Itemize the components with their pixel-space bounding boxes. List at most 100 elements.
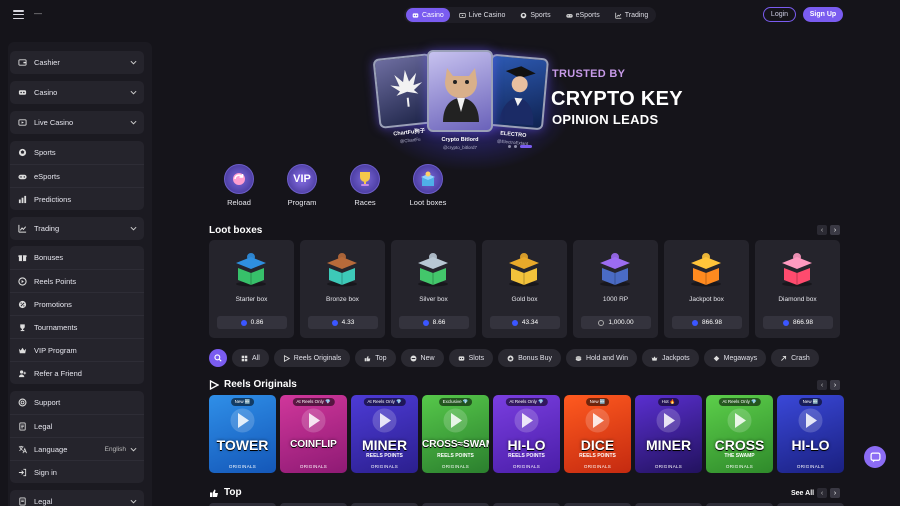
sidebar-item-promotions[interactable]: Promotions <box>10 292 144 315</box>
sports-icon <box>18 148 27 157</box>
game-art-icon <box>798 408 823 433</box>
sidebar-item-refer-a-friend[interactable]: Refer a Friend <box>10 361 144 384</box>
originals-label: ORIGINALS <box>654 464 683 469</box>
sidebar-item-predictions[interactable]: Predictions <box>10 187 144 210</box>
coin-icon <box>511 319 518 326</box>
original-game-tile[interactable]: New 🆕 HI-LO ORIGINALS <box>777 395 844 473</box>
sidebar-item-vip-program[interactable]: VIP Program <box>10 338 144 361</box>
filter-top[interactable]: Top <box>355 349 396 367</box>
pagination-dot[interactable] <box>508 145 511 148</box>
sidebar-item-live-casino[interactable]: Live Casino <box>10 111 144 134</box>
loot-box-card[interactable]: 1000 RP 1,000.00 <box>573 240 658 338</box>
loot-box-price-button[interactable]: 4.33 <box>308 316 378 329</box>
filter-crash[interactable]: Crash <box>771 349 819 367</box>
filter-jackpots[interactable]: Jackpots <box>642 349 699 367</box>
banner-pagination[interactable] <box>508 145 532 148</box>
chevron-down-icon <box>130 120 137 125</box>
sidebar-item-tournaments[interactable]: Tournaments <box>10 315 144 338</box>
loot-box-card[interactable]: Jackpot box 866.98 <box>664 240 749 338</box>
coin-icon <box>331 319 338 326</box>
original-game-tile[interactable]: Exclusive 💎CROSS≈SWAMPREELS POINTSORIGIN… <box>422 395 489 473</box>
tab-trading[interactable]: Trading <box>609 8 654 22</box>
filter-new[interactable]: New <box>400 349 444 367</box>
loot-box-icon <box>782 253 812 287</box>
sidebar-item-language[interactable]: Language English <box>10 437 144 460</box>
search-icon <box>214 354 222 362</box>
promo-vip-program[interactable]: VIP Program <box>282 164 322 207</box>
sidebar-group-casino: Casino <box>10 81 144 104</box>
next-arrow-icon[interactable]: › <box>830 225 840 235</box>
original-game-tile[interactable]: Hot 🔥 MINER ORIGINALS <box>635 395 702 473</box>
trophy-icon <box>18 323 27 332</box>
sidebar-item-legal-2[interactable]: Legal <box>10 490 144 506</box>
loot-box-card[interactable]: Diamond box 866.98 <box>755 240 840 338</box>
prev-arrow-icon[interactable]: ‹ <box>817 488 827 498</box>
originals-label: ORIGINALS <box>796 464 825 469</box>
coin-icon <box>783 319 790 326</box>
loot-box-card[interactable]: Starter box 0.86 <box>209 240 294 338</box>
filter-reels-originals[interactable]: Reels Originals <box>273 349 351 367</box>
loot-box-price-button[interactable]: 866.98 <box>763 316 833 329</box>
loot-box-price-button[interactable]: 0.86 <box>217 316 287 329</box>
tab-esports[interactable]: eSports <box>560 8 606 22</box>
filter-bonus-buy[interactable]: Bonus Buy <box>498 349 561 367</box>
filter-hold-and-win[interactable]: Hold and Win <box>565 349 638 367</box>
loot-box-price-button[interactable]: 866.98 <box>672 316 742 329</box>
signup-button[interactable]: Sign Up <box>803 7 843 22</box>
pagination-dot[interactable] <box>514 145 517 148</box>
sidebar-item-support[interactable]: Support <box>10 391 144 414</box>
sidebar-item-reels-points[interactable]: Reels Points <box>10 269 144 292</box>
see-all-link[interactable]: See All <box>791 490 814 497</box>
pagination-dot-active[interactable] <box>520 145 532 148</box>
loot-boxes-title: Loot boxes <box>209 225 263 236</box>
filter-slots[interactable]: Slots <box>448 349 494 367</box>
login-button[interactable]: Login <box>763 7 796 22</box>
originals-label: ORIGINALS <box>512 464 541 469</box>
original-game-tile[interactable]: At Reels Only 💎 HI-LO REELS POINTS ORIGINAL… <box>493 395 560 473</box>
loot-box-price-button[interactable]: 43.34 <box>490 316 560 329</box>
tab-casino[interactable]: Casino <box>406 8 450 22</box>
sidebar-item-sign-in[interactable]: Sign in <box>10 460 144 483</box>
chat-button[interactable] <box>864 446 886 468</box>
loot-box-card[interactable]: Gold box 43.34 <box>482 240 567 338</box>
promo-reload[interactable]: Reload <box>219 164 259 207</box>
sidebar-item-trading[interactable]: Trading <box>10 217 144 240</box>
loot-box-card[interactable]: Silver box 8.66 <box>391 240 476 338</box>
promo-loot-boxes[interactable]: Loot boxes <box>408 164 448 207</box>
search-button[interactable] <box>209 349 227 367</box>
original-game-tile[interactable]: New 🆕 DICE REELS POINTS ORIGINALS <box>564 395 631 473</box>
game-art-icon <box>585 408 610 433</box>
game-art-icon <box>656 408 681 433</box>
prev-arrow-icon[interactable]: ‹ <box>817 380 827 390</box>
sidebar-item-cashier[interactable]: Cashier <box>10 51 144 74</box>
loot-box-icon <box>413 164 443 194</box>
filter-all[interactable]: All <box>232 349 269 367</box>
originals-label: ORIGINALS <box>299 464 328 469</box>
sidebar-group-support: Support Legal Language English Sign in <box>10 391 144 483</box>
reels-icon <box>283 354 290 362</box>
loot-box-price-button[interactable]: 8.66 <box>399 316 469 329</box>
next-arrow-icon[interactable]: › <box>830 380 840 390</box>
loot-box-card[interactable]: Bronze box 4.33 <box>300 240 385 338</box>
sidebar-item-bonuses[interactable]: Bonuses <box>10 246 144 269</box>
sidebar-item-legal[interactable]: Legal <box>10 414 144 437</box>
sidebar-item-esports[interactable]: eSports <box>10 164 144 187</box>
tab-sports[interactable]: Sports <box>514 8 556 22</box>
originals-label: ORIGINALS <box>725 464 754 469</box>
next-arrow-icon[interactable]: › <box>830 488 840 498</box>
filter-megaways[interactable]: Megaways <box>703 349 767 367</box>
sidebar-group-cashier: Cashier <box>10 51 144 74</box>
original-game-tile[interactable]: New 🆕 TOWER ORIGINALS <box>209 395 276 473</box>
reels-points-icon <box>598 319 605 326</box>
loot-box-price-button[interactable]: 1,000.00 <box>581 316 651 329</box>
menu-icon[interactable] <box>13 10 24 19</box>
original-game-tile[interactable]: At Reels Only 💎 COINFLIP ORIGINALS <box>280 395 347 473</box>
coin-icon <box>422 319 429 326</box>
sidebar-item-sports[interactable]: Sports <box>10 141 144 164</box>
tab-live-casino[interactable]: Live Casino <box>453 8 512 22</box>
original-game-tile[interactable]: At Reels Only 💎 MINER REELS POINTS ORIGINAL… <box>351 395 418 473</box>
promo-races[interactable]: Races <box>345 164 385 207</box>
sidebar-item-casino[interactable]: Casino <box>10 81 144 104</box>
original-game-tile[interactable]: At Reels Only 💎 CROSS THE SWAMP ORIGINALS <box>706 395 773 473</box>
prev-arrow-icon[interactable]: ‹ <box>817 225 827 235</box>
